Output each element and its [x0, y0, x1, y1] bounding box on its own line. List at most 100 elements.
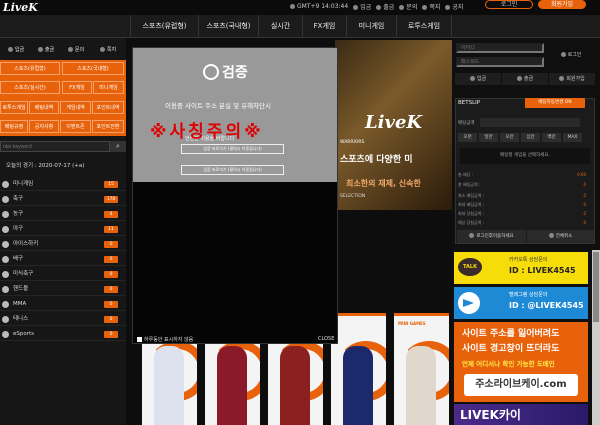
game-card[interactable] [331, 313, 386, 425]
verify-link-button-2[interactable]: 검증 바로가기 (클릭시 이동됩니다) [181, 165, 284, 175]
message-icon [422, 5, 428, 10]
telegram-banner[interactable]: 텔레그램 상담문의 ID : @LIVEK4545 [454, 287, 588, 319]
popup-warning: ※사칭주의※ [150, 122, 264, 142]
withdraw-icon [516, 76, 522, 81]
grid-event[interactable]: 이벤트존 [60, 120, 91, 133]
sport-item[interactable]: 아이스하키 0 [0, 238, 126, 251]
cancel-all-button[interactable]: 전체취소 [527, 230, 594, 243]
left-deposit-button[interactable]: 입금 [2, 44, 30, 56]
nav-live[interactable]: 실시간 [258, 15, 302, 38]
chip-max[interactable]: MAX [563, 133, 582, 142]
baseball-icon [2, 226, 9, 233]
chip-50000[interactable]: 오만 [500, 133, 519, 142]
livek-banner[interactable]: LIVEK카이 [454, 404, 588, 425]
nav-sports-domestic[interactable]: 스포츠(국내형) [198, 15, 258, 38]
id-field[interactable] [456, 43, 544, 53]
place-bet-button[interactable]: 로그인후이용하세요 [457, 230, 526, 243]
top-link-deposit[interactable]: 입금 [353, 2, 371, 11]
site-logo[interactable]: LiveK [3, 1, 38, 14]
banner-team-text: WARRIORS [340, 140, 365, 145]
top-link-inquiry[interactable]: 문의 [399, 2, 417, 11]
nav-sports-euro[interactable]: 스포츠(유럽형) [130, 15, 198, 38]
popup-close-button[interactable]: CLOSE [318, 336, 334, 342]
mini-game-icon [2, 181, 9, 188]
grid-fx[interactable]: FX게임 [62, 81, 92, 94]
join-button[interactable]: 회원가입 [538, 0, 586, 9]
auto-odds-toggle[interactable]: 배당자동변경 ON [525, 98, 585, 108]
grid-notice[interactable]: 공지사항 [29, 120, 59, 133]
withdraw-icon [37, 47, 43, 52]
domain-banner[interactable]: 사이트 주소를 잃어버려도 사이트 경고창이 뜨더라도 언제 어디서나 확인 가… [454, 322, 588, 402]
top-link-notice[interactable]: 공지 [445, 2, 463, 11]
chip-10000[interactable]: 일만 [479, 133, 498, 142]
betslip-title: BETSLIP [458, 100, 481, 106]
tab-deposit[interactable]: 입금 [455, 73, 501, 85]
mma-icon [2, 301, 9, 308]
grid-sports-domestic[interactable]: 스포츠(국내형) [62, 62, 124, 75]
login-button[interactable]: 로그인 [485, 0, 533, 9]
grid-mini[interactable]: 미니게임 [93, 81, 124, 94]
nav-fx[interactable]: FX게임 [302, 15, 346, 38]
tab-join[interactable]: 회원가입 [549, 73, 595, 85]
user-icon [559, 76, 565, 81]
betslip-row: 최대 당첨금액 :0 [458, 211, 586, 216]
top-link-withdraw[interactable]: 출금 [376, 2, 394, 11]
search-input[interactable] [0, 141, 110, 152]
sport-item[interactable]: 미식축구 0 [0, 268, 126, 281]
top-link-message[interactable]: 쪽지 [422, 2, 440, 11]
sport-item[interactable]: MMA 0 [0, 298, 126, 311]
chip-100000[interactable]: 십만 [521, 133, 540, 142]
betslip-row: 총 배당 :0.00 [458, 172, 586, 177]
verify-link-button[interactable]: 검증 바로가기 (클릭시 이동됩니다) [181, 144, 284, 154]
grid-point-convert[interactable]: 포인트전환 [92, 120, 124, 133]
grid-sports-euro[interactable]: 스포츠(유럽형) [0, 62, 60, 75]
sport-item[interactable]: 미니게임 15 [0, 178, 126, 191]
chip-1000000[interactable]: 백만 [542, 133, 561, 142]
password-field[interactable] [456, 57, 544, 67]
sport-item[interactable]: 농구 4 [0, 208, 126, 221]
grid-lotus[interactable]: 로투스게임 [0, 101, 28, 114]
left-message-button[interactable]: 쪽지 [94, 44, 122, 56]
grid-point-history[interactable]: 포인트내역 [92, 101, 124, 114]
withdraw-icon [376, 5, 382, 10]
no-show-today[interactable]: 하루동안 표시하지 않음 [137, 336, 193, 343]
checkbox[interactable] [137, 337, 142, 342]
trash-icon [548, 233, 554, 238]
today-games: 오늘의 경기 : 2020-07-17 (+a) [6, 163, 85, 169]
chip-5000[interactable]: 오천 [458, 133, 477, 142]
volleyball-icon [2, 256, 9, 263]
betslip-row: 최소 배팅금액 :0 [458, 193, 586, 198]
soccer-icon [2, 196, 9, 203]
tab-withdraw[interactable]: 출금 [502, 73, 548, 85]
sport-item[interactable]: 축구 178 [0, 193, 126, 206]
game-card[interactable]: MINI GAMES [394, 313, 449, 425]
nav-lotus[interactable]: 로투스게임 [396, 15, 452, 38]
sport-item[interactable]: 배구 0 [0, 253, 126, 266]
left-withdraw-button[interactable]: 출금 [32, 44, 60, 56]
tennis-icon [2, 316, 9, 323]
gmt-clock: GMT+9 14:03:44 [290, 3, 348, 10]
sport-item[interactable]: eSports 0 [0, 328, 126, 341]
football-icon [2, 271, 9, 278]
banner-small-text: SELECTION [340, 194, 366, 199]
gear-icon [469, 233, 475, 238]
search-icon[interactable]: ⌕ [110, 141, 126, 152]
player-image [343, 346, 373, 425]
grid-bet-history[interactable]: 배팅내역 [29, 101, 59, 114]
sport-item[interactable]: 핸드볼 0 [0, 283, 126, 296]
sport-item[interactable]: 테니스 0 [0, 313, 126, 326]
clock-icon [290, 4, 295, 9]
banner-subline: 최소한의 재제, 신속한 [346, 179, 421, 188]
betslip-row: 총 배팅금액 :0 [458, 182, 586, 187]
grid-bet-rules[interactable]: 배팅규정 [0, 120, 28, 133]
grid-sports-live[interactable]: 스포츠(실시간) [0, 81, 60, 94]
bet-amount-input[interactable] [480, 118, 580, 127]
kakao-banner[interactable]: TALK 카카오톡 상담문의 ID : LIVEK4545 [454, 252, 588, 284]
nav-mini[interactable]: 미니게임 [346, 15, 396, 38]
sidebar-login-button[interactable]: 로그인 [546, 50, 596, 61]
scrollbar-thumb[interactable] [593, 252, 599, 322]
left-inquiry-button[interactable]: 문의 [62, 44, 90, 56]
sport-item[interactable]: 야구 11 [0, 223, 126, 236]
deposit-icon [7, 47, 13, 52]
grid-game-history[interactable]: 게임내역 [60, 101, 91, 114]
